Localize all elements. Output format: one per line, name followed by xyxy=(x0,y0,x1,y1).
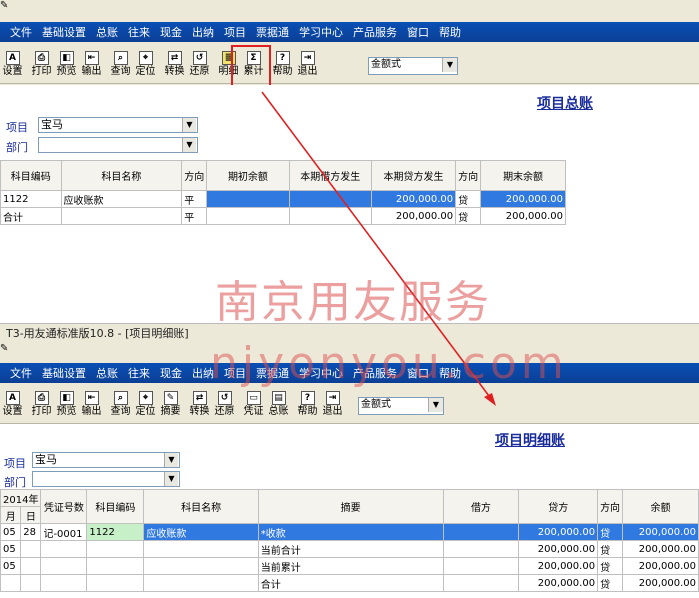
annotation-arrow xyxy=(261,91,496,406)
